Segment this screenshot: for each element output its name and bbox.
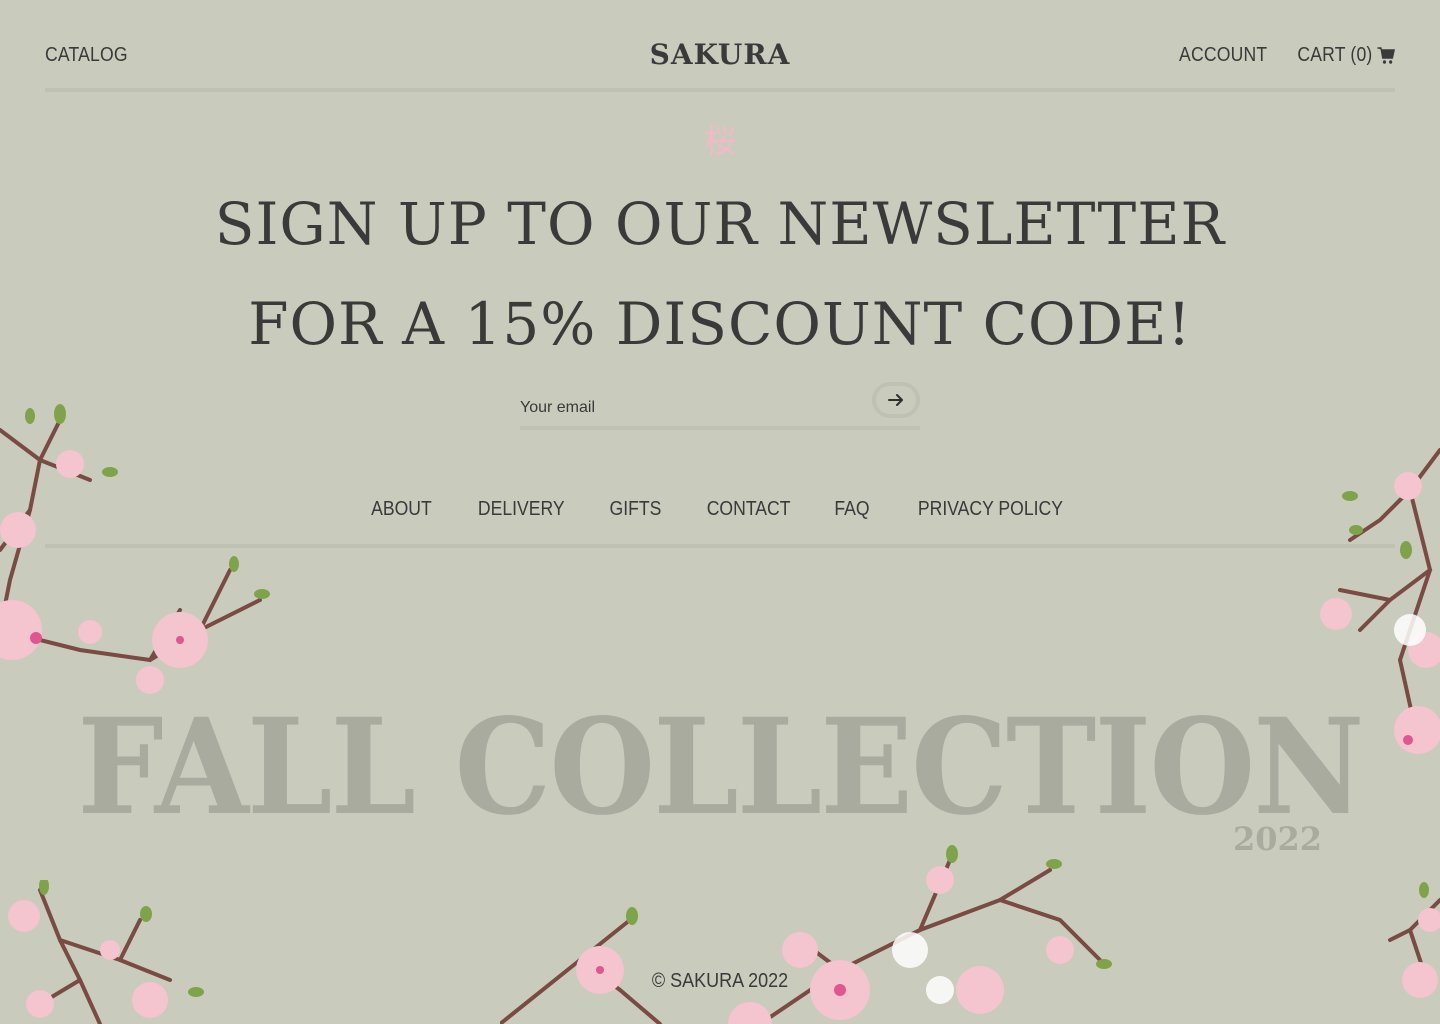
cherry-blossom-branch-left bbox=[0, 404, 270, 694]
fall-collection-title[interactable]: FALL COLLECTION bbox=[58, 690, 1383, 845]
arrow-right-icon bbox=[888, 394, 903, 406]
subscribe-button[interactable] bbox=[872, 382, 920, 418]
footer-link-faq[interactable]: FAQ bbox=[835, 498, 870, 544]
email-input[interactable] bbox=[520, 396, 860, 420]
copyright-text: © SAKURA 2022 bbox=[651, 970, 789, 992]
shopping-cart-icon bbox=[1377, 46, 1395, 64]
footer-link-delivery[interactable]: DELIVERY bbox=[478, 498, 565, 544]
page: CATALOG SAKURA ACCOUNT CART (0) 桜 SIGN U… bbox=[0, 0, 1440, 1024]
footer-link-about[interactable]: ABOUT bbox=[371, 498, 432, 544]
fall-collection-year: 2022 bbox=[1232, 820, 1322, 858]
footer-link-privacy-policy[interactable]: PRIVACY POLICY bbox=[918, 498, 1063, 544]
footer-link-gifts[interactable]: GIFTS bbox=[610, 498, 662, 544]
newsletter-headline-line1: SIGN UP TO OUR NEWSLETTER bbox=[214, 190, 1226, 258]
footer-link-contact[interactable]: CONTACT bbox=[707, 498, 791, 544]
cherry-blossom-branch-bottom-center bbox=[500, 845, 1112, 1024]
newsletter-headline-line2: FOR A 15% DISCOUNT CODE! bbox=[248, 290, 1192, 358]
cart-link[interactable]: CART (0) bbox=[1297, 44, 1395, 67]
sakura-kanji: 桜 bbox=[703, 122, 736, 160]
cherry-blossom-branch-bottom-left bbox=[8, 880, 204, 1024]
catalog-link[interactable]: CATALOG bbox=[45, 44, 128, 67]
brand-logo[interactable]: SAKURA bbox=[650, 38, 791, 71]
newsletter-form bbox=[520, 382, 920, 430]
site-header: CATALOG SAKURA ACCOUNT CART (0) bbox=[45, 0, 1395, 92]
cherry-blossom-branch-bottom-right bbox=[1388, 882, 1440, 998]
footer-nav: ABOUT DELIVERY GIFTS CONTACT FAQ PRIVACY… bbox=[45, 498, 1395, 548]
cart-label: CART (0) bbox=[1297, 44, 1373, 66]
account-link[interactable]: ACCOUNT bbox=[1179, 44, 1267, 67]
